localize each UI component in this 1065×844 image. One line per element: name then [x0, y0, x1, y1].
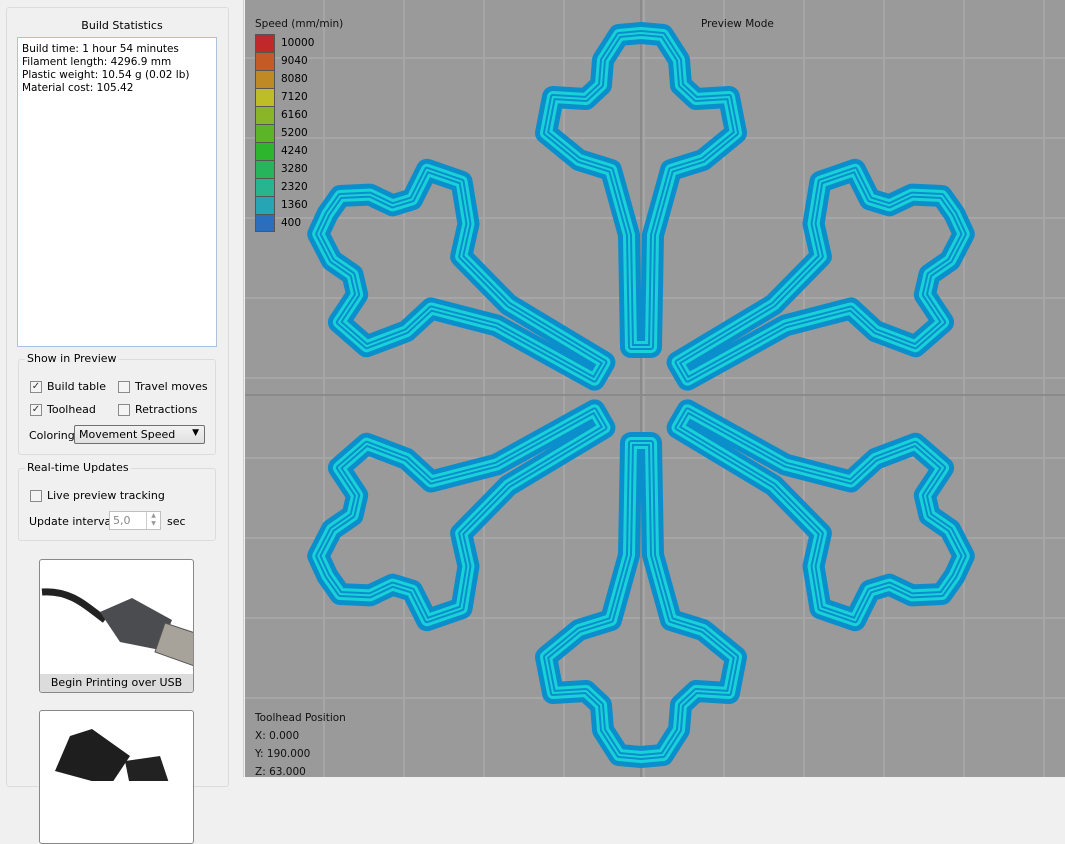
build-statistics-box: Build time: 1 hour 54 minutes Filament l… — [17, 37, 217, 347]
toolhead-checkbox[interactable]: ✓ Toolhead — [30, 403, 96, 416]
legend-swatch — [255, 160, 275, 178]
travel-moves-checkbox[interactable]: Travel moves — [118, 380, 208, 393]
legend-swatch — [255, 106, 275, 124]
snowflake-toolpath — [307, 22, 975, 768]
checkbox-checked-icon: ✓ — [30, 380, 42, 393]
speed-legend: 10000 9040 8080 7120 6160 5200 4240 3280 2320 136… — [255, 34, 314, 232]
legend-swatch — [255, 196, 275, 214]
legend-label: 7120 — [281, 91, 308, 103]
realtime-updates-group: Real-time Updates — [18, 461, 216, 541]
sd-card-image — [55, 729, 170, 786]
legend-row: 6160 — [255, 106, 314, 124]
legend-label: 400 — [281, 217, 302, 229]
legend-row: 400 — [255, 214, 314, 232]
stat-material-cost: Material cost: 105.42 — [22, 82, 134, 94]
dropdown-arrow-icon: ▼ — [192, 428, 199, 438]
spin-arrows-icon[interactable]: ▲ ▼ — [146, 512, 160, 529]
update-interval-spinbox[interactable]: 5,0 ▲ ▼ — [109, 511, 161, 530]
legend-row: 2320 — [255, 178, 314, 196]
update-interval-value: 5,0 — [113, 514, 131, 527]
legend-label: 3280 — [281, 163, 308, 175]
legend-label: 8080 — [281, 73, 308, 85]
toolhead-label: Toolhead — [47, 403, 96, 416]
legend-row: 4240 — [255, 142, 314, 160]
travel-moves-label: Travel moves — [135, 380, 208, 393]
snowflake-arm — [535, 432, 747, 768]
legend-row: 7120 — [255, 88, 314, 106]
legend-label: 5200 — [281, 127, 308, 139]
sidebar: Build Statistics Build time: 1 hour 54 m… — [0, 0, 244, 844]
legend-swatch — [255, 34, 275, 52]
legend-label: 6160 — [281, 109, 308, 121]
legend-swatch — [255, 52, 275, 70]
usb-print-label: Begin Printing over USB — [40, 674, 193, 692]
legend-swatch — [255, 214, 275, 232]
usb-print-button[interactable]: Begin Printing over USB — [39, 559, 194, 693]
legend-swatch — [255, 142, 275, 160]
legend-label: 4240 — [281, 145, 308, 157]
coloring-select[interactable]: Movement Speed ▼ — [74, 425, 205, 444]
legend-row: 1360 — [255, 196, 314, 214]
preview-viewport[interactable]: Speed (mm/min) 10000 9040 8080 7120 6160 5200… — [245, 0, 1065, 778]
build-table-label: Build table — [47, 380, 106, 393]
snowflake-arm — [535, 22, 747, 358]
preview-mode-label: Preview Mode — [701, 18, 774, 30]
legend-title: Speed (mm/min) — [255, 18, 344, 30]
retractions-checkbox[interactable]: Retractions — [118, 403, 197, 416]
legend-swatch — [255, 124, 275, 142]
legend-row: 3280 — [255, 160, 314, 178]
sd-card-button[interactable] — [39, 710, 194, 844]
legend-label: 9040 — [281, 55, 308, 67]
live-preview-tracking-checkbox[interactable]: Live preview tracking — [30, 489, 165, 502]
realtime-updates-title: Real-time Updates — [25, 461, 131, 474]
legend-swatch — [255, 178, 275, 196]
legend-swatch — [255, 88, 275, 106]
retractions-label: Retractions — [135, 403, 198, 416]
stat-plastic-weight: Plastic weight: 10.54 g (0.02 lb) — [22, 69, 190, 81]
coloring-value: Movement Speed — [79, 428, 176, 441]
toolhead-x: X: 0.000 — [255, 730, 300, 742]
show-in-preview-title: Show in Preview — [25, 352, 119, 365]
legend-swatch — [255, 70, 275, 88]
toolhead-y: Y: 190.000 — [255, 748, 311, 760]
update-interval-unit: sec — [167, 515, 186, 528]
checkbox-icon — [118, 403, 130, 416]
toolhead-z: Z: 63.000 — [255, 766, 306, 778]
live-preview-tracking-label: Live preview tracking — [47, 489, 165, 502]
stat-filament-length: Filament length: 4296.9 mm — [22, 56, 172, 68]
usb-cable-image — [41, 588, 193, 667]
checkbox-checked-icon: ✓ — [30, 403, 42, 416]
coloring-label: Coloring — [29, 429, 75, 442]
legend-row: 9040 — [255, 52, 314, 70]
build-table-checkbox[interactable]: ✓ Build table — [30, 380, 106, 393]
checkbox-icon — [30, 489, 42, 502]
legend-label: 1360 — [281, 199, 308, 211]
legend-row: 10000 — [255, 34, 314, 52]
build-statistics-title: Build Statistics — [81, 19, 163, 32]
checkbox-icon — [118, 380, 130, 393]
legend-row: 8080 — [255, 70, 314, 88]
toolhead-position-title: Toolhead Position — [255, 712, 346, 724]
legend-label: 2320 — [281, 181, 308, 193]
stat-build-time: Build time: 1 hour 54 minutes — [22, 43, 179, 55]
update-interval-label: Update interval — [29, 515, 115, 528]
legend-row: 5200 — [255, 124, 314, 142]
legend-label: 10000 — [281, 37, 315, 49]
